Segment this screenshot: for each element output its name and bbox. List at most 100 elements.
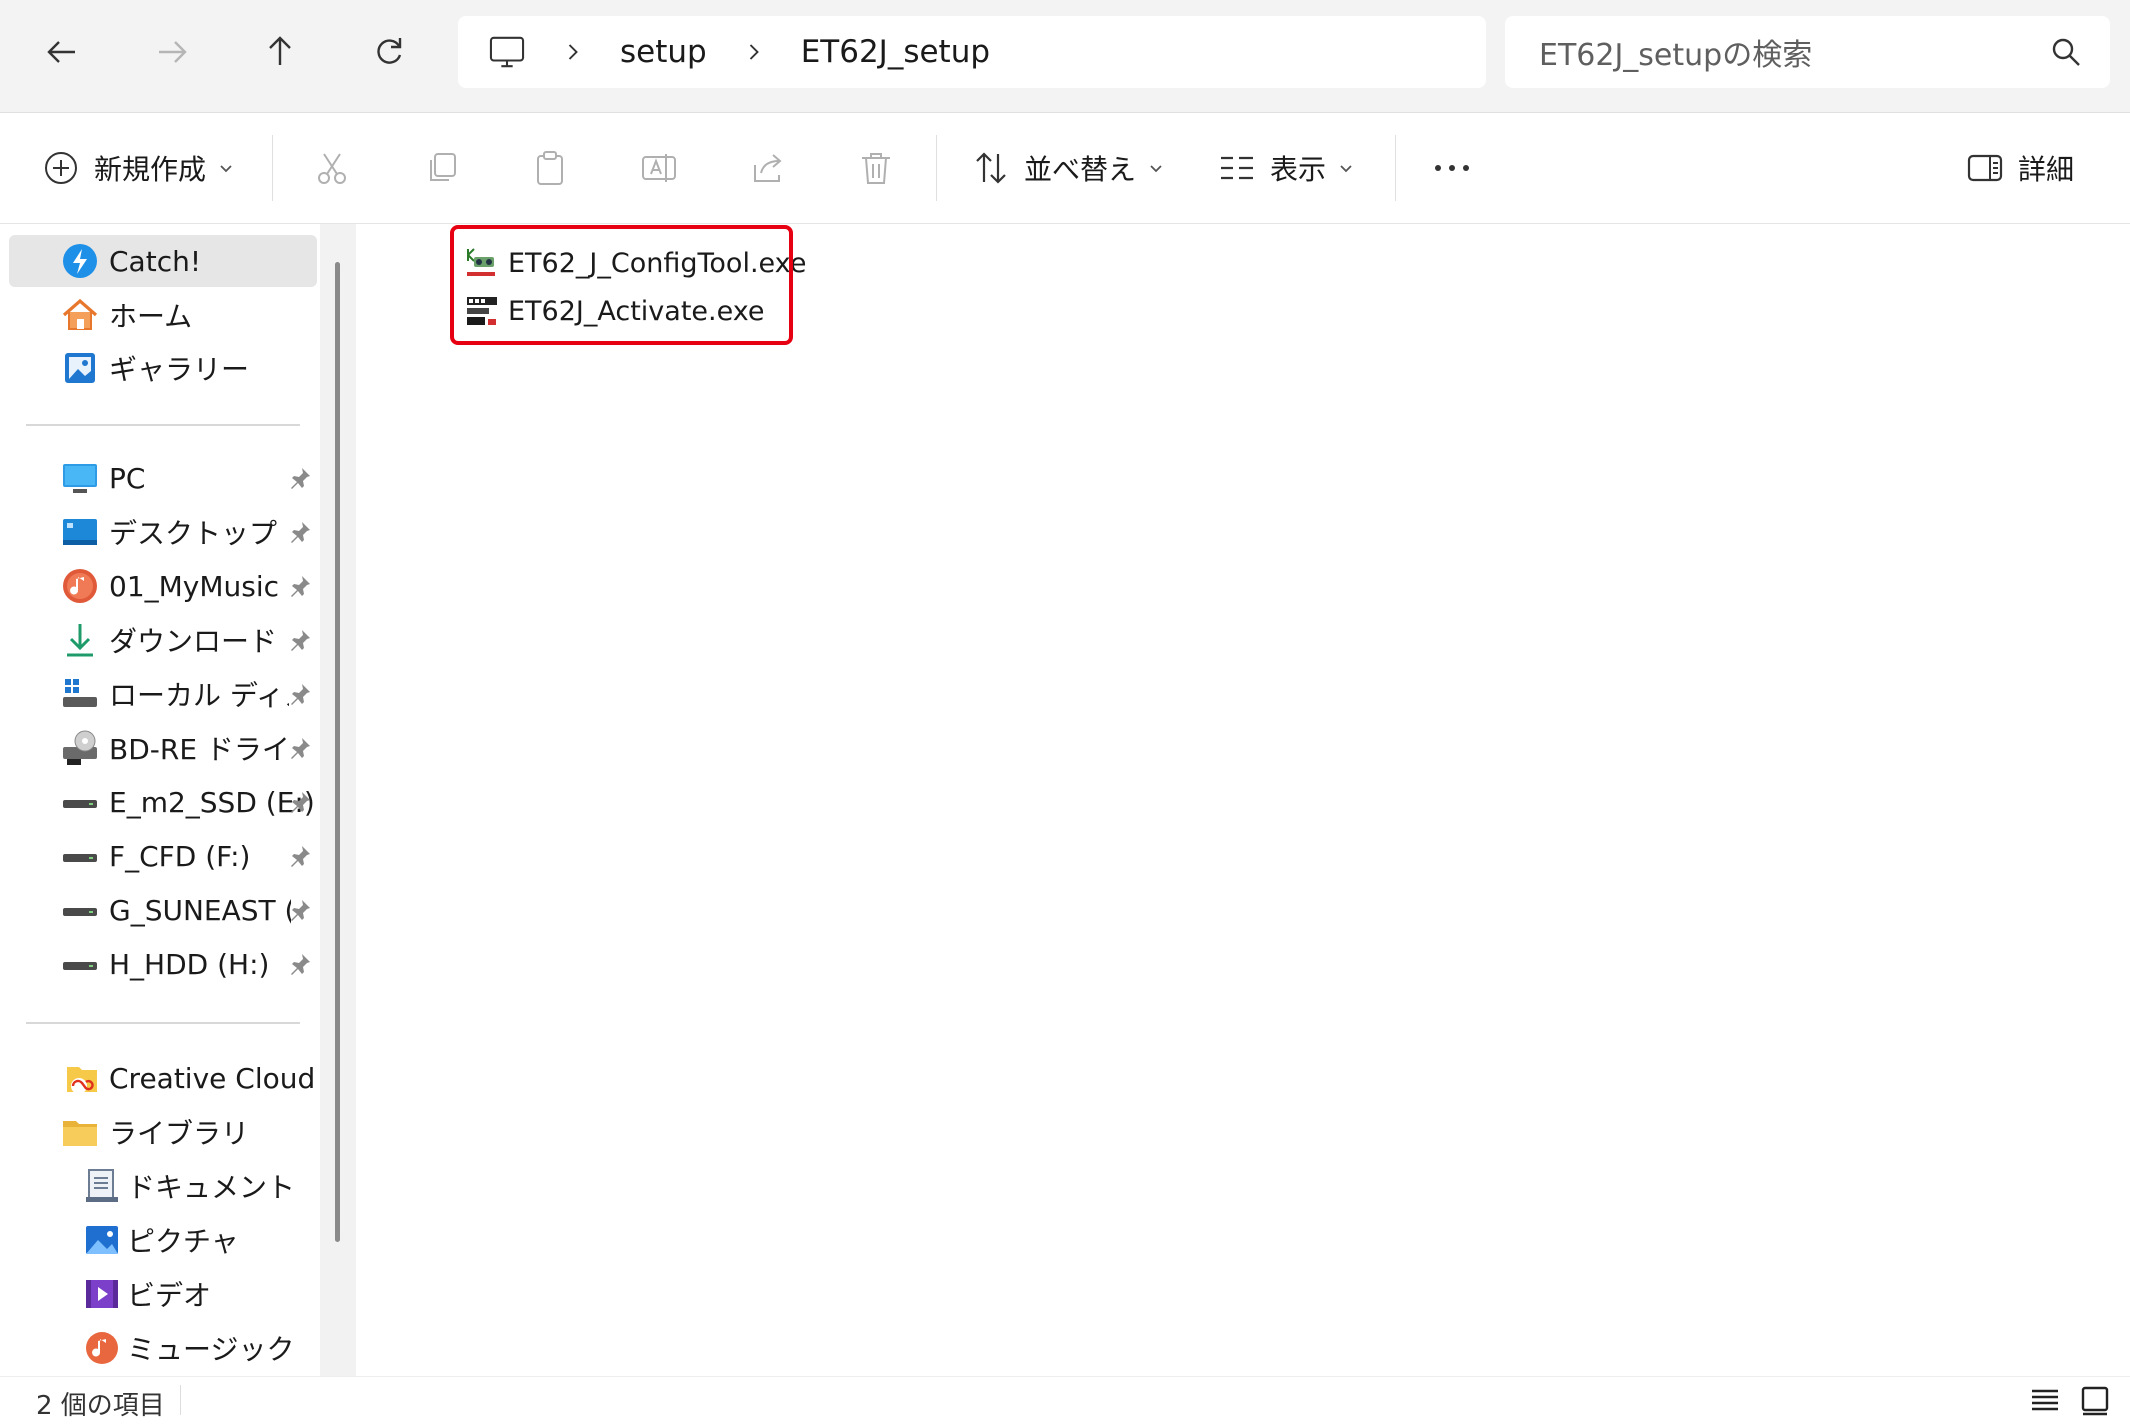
view-button[interactable]: 表示 (1218, 141, 1354, 195)
up-arrow-icon (269, 36, 291, 65)
sidebar-item-pc[interactable]: PC (9, 452, 318, 504)
up-button[interactable] (248, 20, 312, 84)
pictures-icon (86, 1226, 118, 1254)
pin-icon (291, 630, 310, 651)
details-view-icon[interactable] (2028, 1383, 2062, 1417)
rename-icon (642, 154, 676, 182)
command-bar: 新規作成 並べ替え 表示 詳細 (0, 113, 2130, 224)
drive-icon (63, 962, 97, 970)
delete-button[interactable] (857, 141, 895, 195)
sidebar-item-label: デスクトップ (109, 517, 278, 550)
forward-arrow-icon (159, 41, 187, 63)
pin-icon (291, 684, 310, 705)
sidebar-item-catch[interactable]: Catch! (9, 235, 317, 287)
drive-icon (63, 854, 97, 862)
item-count: 2 個の項目 (36, 1391, 165, 1421)
sidebar-item-label: ホーム (109, 300, 193, 333)
search-input[interactable]: ET62J_setupの検索 (1505, 16, 2110, 88)
sidebar-item-creative-cloud[interactable]: Creative Cloud Fil (9, 1052, 321, 1104)
sidebar-item-label: ビデオ (127, 1279, 212, 1312)
highlight-annotation (450, 225, 793, 345)
divider (180, 1385, 181, 1415)
details-label: 詳細 (2018, 153, 2075, 186)
breadcrumb-et62j-setup[interactable]: ET62J_setup (801, 34, 990, 70)
sidebar-item-label: ミュージック (127, 1333, 295, 1366)
sidebar-item-e-drive[interactable]: E_m2_SSD (E:) (9, 776, 318, 828)
sidebar-item-gallery[interactable]: ギャラリー (9, 342, 318, 394)
pin-icon (291, 954, 310, 975)
documents-icon (86, 1169, 118, 1202)
music-folder-icon (63, 569, 97, 603)
videos-icon (86, 1280, 118, 1308)
sidebar-item-downloads[interactable]: ダウンロード (9, 614, 318, 666)
sidebar-item-label: ギャラリー (109, 353, 250, 386)
search-placeholder: ET62J_setupの検索 (1539, 38, 1813, 73)
forward-button[interactable] (140, 20, 204, 84)
sidebar-item-local-disk[interactable]: ローカル ディスク (9, 668, 318, 720)
sidebar-item-home[interactable]: ホーム (9, 289, 318, 341)
gallery-icon (65, 353, 95, 383)
refresh-button[interactable] (357, 20, 421, 84)
breadcrumb[interactable]: setup ET62J_setup (458, 16, 1486, 88)
divider (936, 135, 937, 201)
search-icon (2052, 38, 2080, 66)
sidebar-item-documents[interactable]: ドキュメント (9, 1160, 318, 1212)
share-icon (754, 154, 782, 182)
sidebar-item-label: G_SUNEAST (G (109, 893, 291, 927)
sort-label: 並べ替え (1024, 153, 1137, 186)
paste-button[interactable] (531, 141, 569, 195)
sidebar-item-label: 01_MyMusic (109, 569, 280, 603)
chevron-right-icon (566, 43, 580, 61)
sidebar-item-f-drive[interactable]: F_CFD (F:) (9, 830, 318, 882)
new-button[interactable]: 新規作成 (42, 141, 234, 195)
divider (1395, 135, 1396, 201)
sidebar-scroll-thumb[interactable] (335, 262, 340, 1242)
details-pane-icon (1967, 154, 2003, 182)
divider (272, 135, 273, 201)
sidebar-item-g-drive[interactable]: G_SUNEAST (G (9, 884, 318, 936)
more-options-button[interactable] (1430, 141, 1474, 195)
cut-button[interactable] (313, 141, 351, 195)
pc-monitor-icon (489, 36, 525, 68)
sidebar-item-desktop[interactable]: デスクトップ (9, 506, 318, 558)
rename-button[interactable] (640, 141, 678, 195)
divider (26, 424, 300, 426)
bd-drive-icon (63, 730, 97, 765)
file-list: ET62_J_ConfigTool.exe ET62J_Activate.exe (360, 224, 2130, 1376)
sort-button[interactable]: 並べ替え (972, 141, 1164, 195)
details-pane-button[interactable]: 詳細 (1966, 141, 2074, 195)
refresh-icon (377, 38, 402, 64)
sidebar-item-library[interactable]: ライブラリ (9, 1106, 318, 1158)
sidebar-item-pictures[interactable]: ピクチャ (9, 1214, 318, 1266)
sidebar-item-01-mymusic[interactable]: 01_MyMusic (9, 560, 318, 612)
sidebar-item-bd-re-drive[interactable]: BD-RE ドライブ ( (9, 722, 318, 774)
share-button[interactable] (749, 141, 787, 195)
back-button[interactable] (30, 20, 94, 84)
pin-icon (291, 522, 310, 543)
breadcrumb-setup[interactable]: setup (620, 34, 707, 70)
chevron-down-icon (1150, 165, 1162, 173)
local-disk-icon (63, 679, 97, 707)
sidebar-item-label: E_m2_SSD (E:) (109, 785, 315, 819)
large-icons-view-icon[interactable] (2078, 1383, 2112, 1417)
divider (26, 1022, 300, 1024)
sidebar-item-label: F_CFD (F:) (109, 839, 251, 873)
sidebar-item-h-drive[interactable]: H_HDD (H:) (9, 938, 318, 990)
copy-button[interactable] (423, 141, 461, 195)
sidebar-item-label: Creative Cloud Fil (109, 1061, 321, 1095)
new-label: 新規作成 (94, 153, 207, 186)
home-icon (62, 298, 98, 330)
plus-circle-icon (45, 152, 77, 184)
sidebar-item-label: BD-RE ドライブ ( (109, 733, 287, 766)
sidebar-item-videos[interactable]: ビデオ (9, 1268, 318, 1320)
library-folder-icon (63, 1121, 97, 1146)
clipboard-icon (537, 151, 563, 185)
chevron-down-icon (1340, 165, 1352, 173)
sidebar-item-music[interactable]: ミュージック (9, 1322, 318, 1374)
desktop-icon (63, 519, 97, 545)
sidebar-item-label: H_HDD (H:) (109, 947, 270, 981)
download-icon (67, 624, 93, 657)
chevron-right-icon (747, 43, 761, 61)
view-label: 表示 (1270, 153, 1327, 186)
pin-icon (291, 738, 310, 759)
